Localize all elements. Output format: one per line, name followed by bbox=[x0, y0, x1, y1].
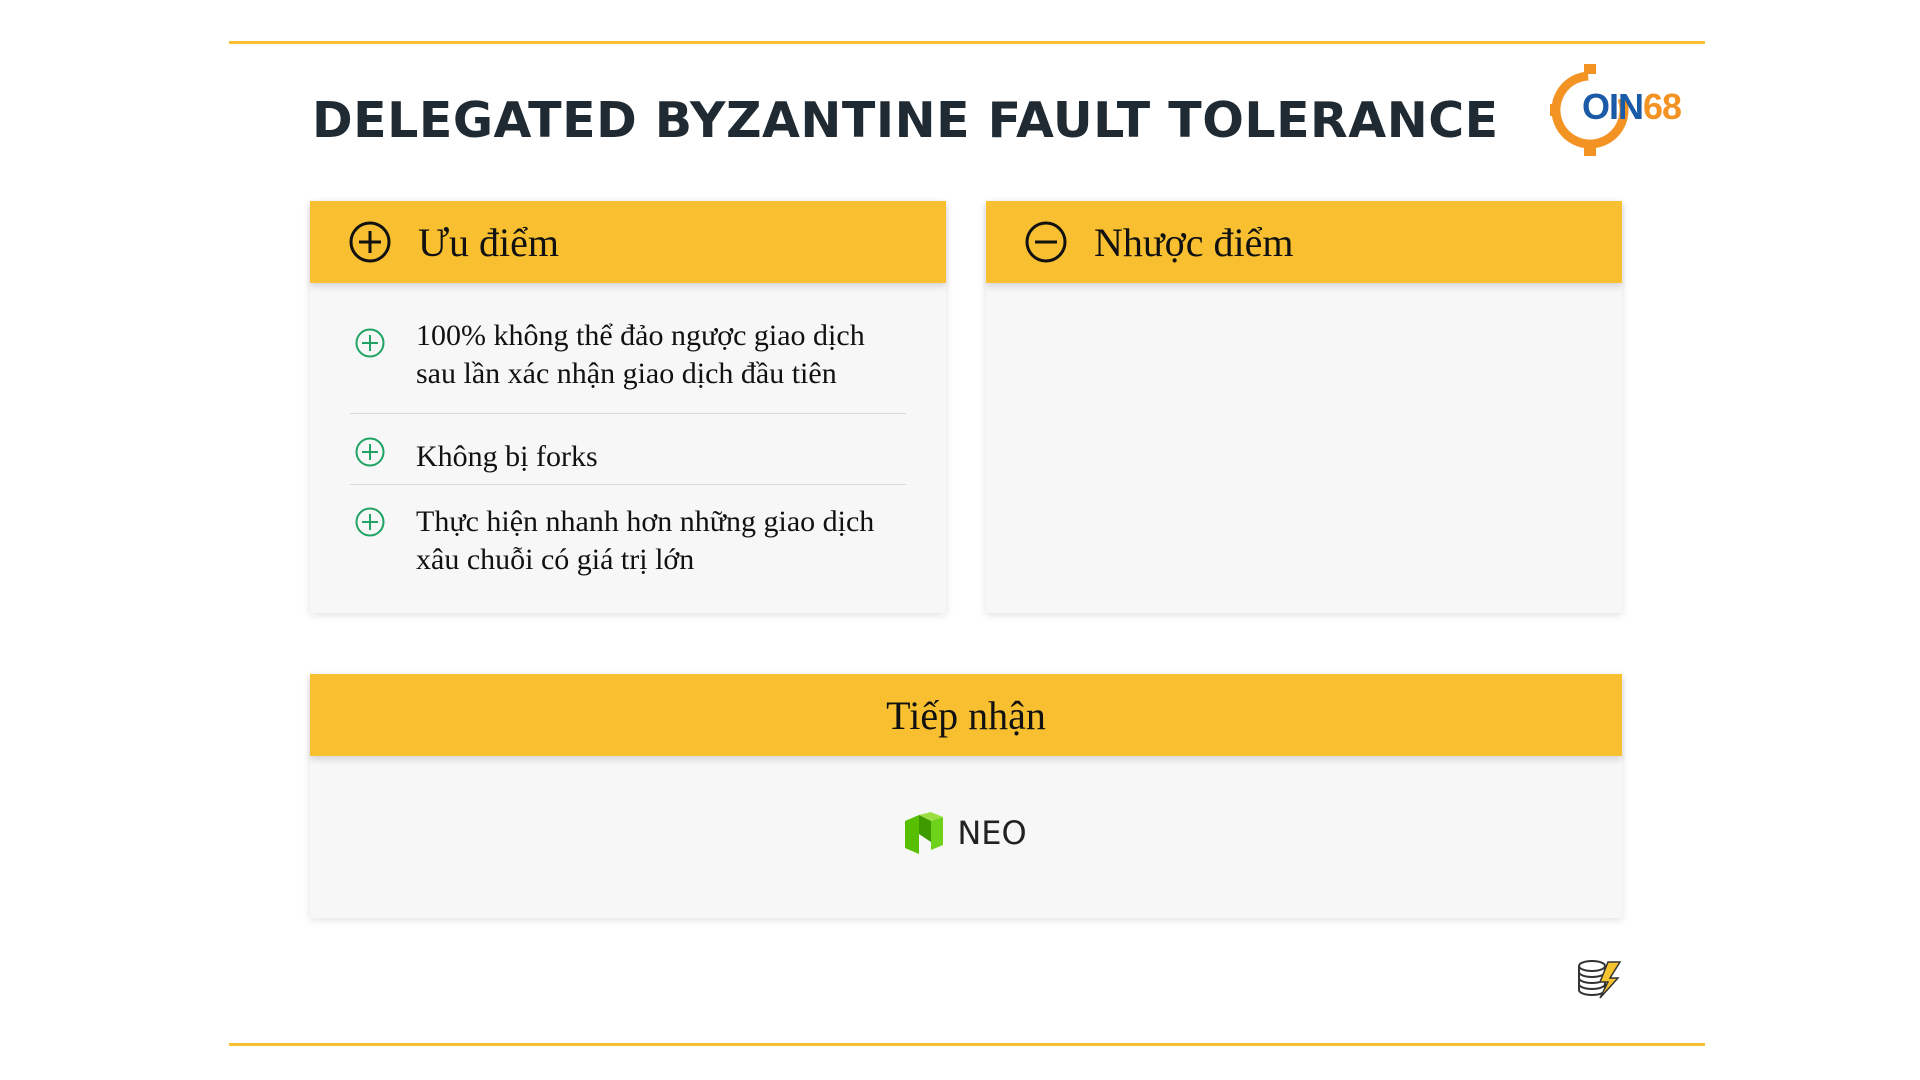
adoption-header: Tiếp nhận bbox=[310, 674, 1622, 756]
pros-item-text: 100% không thể đảo ngược giao dịch sau l… bbox=[416, 319, 865, 390]
cons-title: Nhược điểm bbox=[1094, 219, 1294, 265]
plus-circle-icon bbox=[355, 437, 385, 467]
minus-circle-icon bbox=[1025, 221, 1067, 263]
list-item: 100% không thể đảo ngược giao dịch sau l… bbox=[350, 283, 906, 414]
plus-circle-icon bbox=[355, 507, 385, 537]
cons-card: Nhược điểm bbox=[986, 201, 1622, 613]
plus-circle-icon bbox=[349, 221, 391, 263]
adoption-card: Tiếp nhận NEO bbox=[310, 674, 1622, 918]
top-rule bbox=[229, 41, 1705, 44]
neo-label: NEO bbox=[957, 814, 1027, 852]
plus-circle-icon bbox=[355, 328, 385, 358]
slide-title: DELEGATED BYZANTINE FAULT TOLERANCE bbox=[312, 92, 1499, 149]
list-item: Thực hiện nhanh hơn những giao dịch xâu … bbox=[350, 485, 906, 589]
pros-title: Ưu điểm bbox=[418, 219, 560, 265]
list-item: Không bị forks bbox=[350, 414, 906, 485]
pros-item-text: Thực hiện nhanh hơn những giao dịch xâu … bbox=[416, 505, 875, 576]
coin-stack-icon bbox=[1578, 960, 1622, 999]
neo-logo: NEO bbox=[905, 812, 1027, 854]
adoption-title: Tiếp nhận bbox=[886, 692, 1046, 738]
logo-wordmark: OIN68 bbox=[1582, 86, 1682, 127]
bottom-rule bbox=[229, 1043, 1705, 1046]
coin68-logo: OIN68 bbox=[1548, 60, 1698, 160]
neo-icon bbox=[905, 812, 944, 854]
pros-list: 100% không thể đảo ngược giao dịch sau l… bbox=[310, 283, 946, 589]
pros-card: Ưu điểm 100% không thể đảo ngược giao dị… bbox=[310, 201, 946, 613]
adoption-body: NEO bbox=[310, 756, 1622, 918]
pros-item-text: Không bị forks bbox=[416, 440, 598, 473]
pros-header: Ưu điểm bbox=[310, 201, 946, 283]
cons-header: Nhược điểm bbox=[986, 201, 1622, 283]
